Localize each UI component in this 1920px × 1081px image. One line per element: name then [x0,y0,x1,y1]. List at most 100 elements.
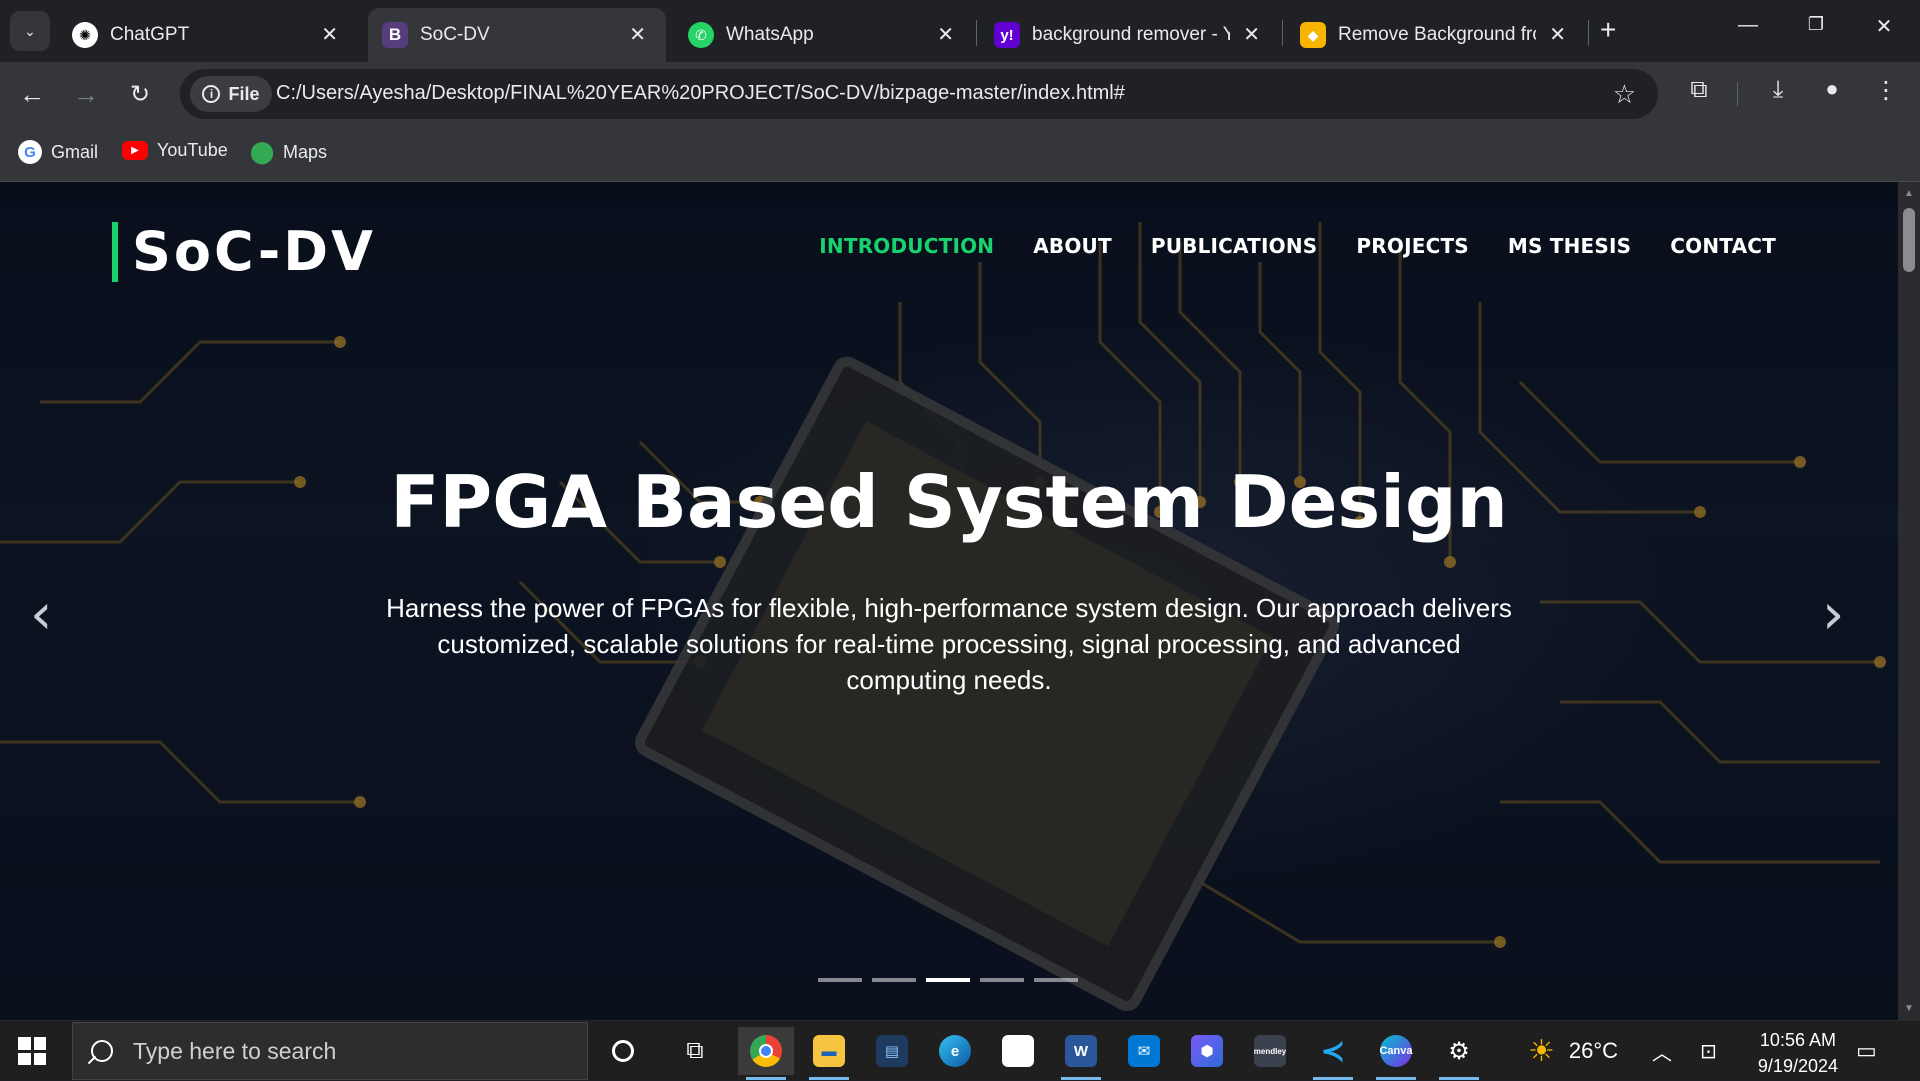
tab-yahoo[interactable]: y! background remover - Ya ✕ [980,8,1280,62]
site-logo[interactable]: SoC-DV [132,222,376,282]
scroll-down-icon[interactable]: ▼ [1898,1003,1920,1014]
carousel-indicators [818,978,1078,982]
mail-icon[interactable]: ✉ [1116,1027,1172,1075]
carousel-next-button[interactable]: › [1822,582,1844,647]
weather-temp: 26°C [1568,1038,1619,1063]
page-scrollbar[interactable]: ▲ ▼ [1898,182,1920,1020]
bootstrap-icon: B [382,22,408,48]
power-automate-icon[interactable]: ⬢ [1179,1027,1235,1075]
carousel-indicator[interactable] [1034,978,1078,982]
profile-avatar-icon[interactable]: ● [1814,76,1850,102]
bookmark-gmail[interactable]: G Gmail [18,140,98,164]
close-icon[interactable]: ✕ [321,22,338,47]
close-icon[interactable]: ✕ [937,22,954,47]
tab-strip: ⌄ ✺ ChatGPT ✕ B SoC-DV ✕ ✆ WhatsApp ✕ y!… [0,0,1920,62]
whatsapp-icon: ✆ [688,22,714,48]
info-icon: i [202,85,221,103]
bookmark-label: Gmail [51,141,99,162]
tab-separator [1282,20,1283,46]
nav-ms-thesis[interactable]: MS THESIS [1508,234,1631,258]
nav-publications[interactable]: PUBLICATIONS [1151,234,1318,258]
canva-icon[interactable]: Canva [1368,1027,1424,1080]
restore-button[interactable]: ❐ [1796,14,1836,35]
close-icon[interactable]: ✕ [1549,22,1566,47]
reload-button[interactable]: ↻ [122,76,158,112]
chevron-left-icon: ‹ [30,582,53,647]
site-info-label: File [228,83,260,104]
nav-introduction[interactable]: INTRODUCTION [819,234,994,258]
back-button[interactable]: ← [14,76,50,112]
tab-title: Remove Background fron [1338,24,1536,45]
mendeley-icon[interactable]: mendley [1242,1027,1298,1075]
url-text[interactable]: C:/Users/Ayesha/Desktop/FINAL%20YEAR%20P… [276,82,1125,105]
carousel-indicator[interactable] [818,978,862,982]
tab-separator [976,20,977,46]
kebab-menu-icon[interactable]: ⋮ [1868,76,1904,105]
tab-separator [1588,20,1589,46]
search-icon [91,1040,113,1062]
browser-toolbar: ← → ↻ i File C:/Users/Ayesha/Desktop/FIN… [0,62,1920,126]
system-clock[interactable]: 10:56 AM 9/19/2024 [1758,1027,1838,1079]
extensions-icon[interactable]: ⧉ [1681,76,1717,104]
new-tab-button[interactable]: + [1600,14,1616,46]
tab-title: ChatGPT [110,24,190,45]
carousel-indicator[interactable] [980,978,1024,982]
maps-icon: ⬤ [249,139,275,164]
bookmark-label: YouTube [157,140,228,160]
tab-remove-background[interactable]: ◆ Remove Background fron ✕ [1286,8,1586,62]
yahoo-icon: y! [994,22,1020,48]
close-window-button[interactable]: ✕ [1864,14,1904,39]
scrollbar-thumb[interactable] [1903,208,1915,272]
carousel-indicator[interactable] [926,978,970,982]
reload-icon: ↻ [129,80,151,108]
main-nav: INTRODUCTION ABOUT PUBLICATIONS PROJECTS… [819,234,1776,258]
nav-projects[interactable]: PROJECTS [1356,234,1469,258]
close-icon[interactable]: ✕ [629,22,646,47]
chrome-taskbar-icon[interactable] [738,1027,794,1080]
chevron-up-icon: ︿ [1652,1042,1672,1065]
search-placeholder: Type here to search [133,1037,337,1064]
toolbar-divider [1737,82,1738,106]
close-icon[interactable]: ✕ [1243,22,1260,47]
windows-app-icon[interactable]: ▤ [864,1027,920,1075]
microsoft-store-icon[interactable] [990,1027,1046,1075]
windows-start-icon[interactable] [18,1037,46,1065]
word-icon[interactable]: W [1053,1027,1109,1080]
chevron-right-icon: › [1822,582,1845,647]
carousel-indicator[interactable] [872,978,916,982]
file-explorer-icon[interactable]: ▬ [801,1027,857,1080]
minimize-button[interactable]: — [1728,14,1768,37]
nav-contact[interactable]: CONTACT [1670,234,1776,258]
show-hidden-icons-button[interactable]: ︿ [1652,1021,1672,1081]
carousel-prev-button[interactable]: ‹ [30,582,52,647]
chatgpt-icon: ✺ [72,22,98,48]
youtube-icon: ▶ [122,141,148,160]
tab-search-button[interactable]: ⌄ [10,11,50,51]
clock-time: 10:56 AM [1759,1030,1836,1050]
network-status-icon[interactable]: ⊡ [1700,1021,1717,1081]
tab-whatsapp[interactable]: ✆ WhatsApp ✕ [674,8,974,62]
weather-widget[interactable]: ☀ 26°C [1528,1021,1618,1081]
address-bar[interactable]: i File C:/Users/Ayesha/Desktop/FINAL%20Y… [180,69,1658,119]
google-icon: G [18,140,42,164]
edge-icon[interactable]: e [927,1027,983,1075]
scroll-up-icon[interactable]: ▲ [1898,188,1920,199]
forward-button[interactable]: → [68,76,104,112]
bookmark-star-icon[interactable]: ☆ [1613,79,1636,110]
minimize-icon: — [1738,14,1758,36]
bookmark-youtube[interactable]: ▶ YouTube [122,140,228,161]
taskbar-search-box[interactable]: Type here to search [72,1022,588,1080]
logo-accent-bar [112,222,118,282]
tab-soc-dv[interactable]: B SoC-DV ✕ [368,8,666,62]
download-icon[interactable]: ⤓ [1760,76,1796,104]
notification-center-icon[interactable]: ▭ [1856,1021,1877,1081]
cortana-icon[interactable] [595,1027,651,1075]
task-view-icon[interactable]: ⧉ [667,1027,723,1075]
site-info-chip[interactable]: i File [190,76,272,112]
bookmark-maps[interactable]: ⬤ Maps [249,139,327,164]
settings-gear-icon[interactable]: ⚙ [1431,1027,1487,1080]
nav-about[interactable]: ABOUT [1033,234,1112,258]
weather-sun-icon: ☀ [1528,1034,1555,1068]
tab-chatgpt[interactable]: ✺ ChatGPT ✕ [58,8,358,62]
vscode-icon[interactable]: ≺ [1305,1027,1361,1080]
